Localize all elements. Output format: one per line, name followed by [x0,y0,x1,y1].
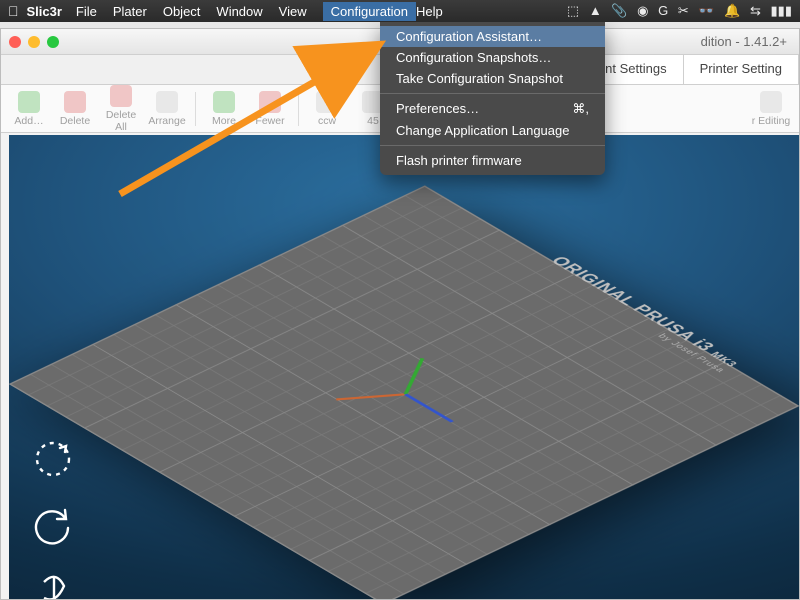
layers-icon [760,91,782,113]
tool-add[interactable]: Add… [7,91,51,127]
vlc-icon[interactable]: ▲ [589,3,602,18]
tool-label: r Editing [749,115,793,127]
menuitem-take-config-snapshot[interactable]: Take Configuration Snapshot [380,68,605,89]
close-button[interactable] [9,36,21,48]
menu-configuration[interactable]: Configuration [323,2,416,21]
grid-icon [156,91,178,113]
tool-label: Delete [53,115,97,127]
plus-icon [18,91,40,113]
configuration-dropdown: Configuration Assistant… Configuration S… [380,22,605,175]
dropbox-icon[interactable]: ⬚ [567,3,579,18]
tool-label: Delete All [99,109,143,133]
menuitem-preferences[interactable]: Preferences… ⌘, [380,98,605,120]
cc-icon[interactable]: ◉ [637,3,648,18]
menubar-tray: ⬚ ▲ 📎 ◉ G ✂ 👓 🔔 ⇆ ▮▮▮ [561,3,792,19]
bed-brand-line1: ORIGINAL PRUSA i3 [547,253,720,353]
menuitem-flash-firmware[interactable]: Flash printer firmware [380,150,605,171]
3d-viewport[interactable]: ORIGINAL PRUSA i3 MK3 by Josef Prusa [9,135,799,599]
tool-label: ccw [305,115,349,127]
traffic-lights [9,36,59,48]
view-tilt-button[interactable] [29,567,77,599]
menuitem-label: Preferences… [396,101,479,117]
view-undo-button[interactable] [29,501,77,549]
y-axis-icon [404,358,425,395]
tool-label: Add… [7,115,51,127]
minus-icon [259,91,281,113]
tool-rotate-ccw[interactable]: ccw [305,91,349,127]
menuitem-label: Configuration Snapshots… [396,50,551,65]
x-axis-icon [336,393,406,400]
zoom-button[interactable] [47,36,59,48]
bell-icon[interactable]: 🔔 [724,3,740,18]
tool-more[interactable]: More [202,91,246,127]
build-plate: ORIGINAL PRUSA i3 MK3 by Josef Prusa [9,185,799,599]
menuitem-label: Take Configuration Snapshot [396,71,563,86]
z-axis-icon [404,393,454,422]
apple-menu-icon[interactable]:  [8,3,19,19]
menu-plater[interactable]: Plater [113,4,147,19]
toolbar-separator [298,92,299,126]
glasses-icon[interactable]: 👓 [698,3,714,18]
macos-menubar:  Slic3r File Plater Object Window View … [0,0,800,22]
tool-label: More [202,115,246,127]
menuitem-accelerator: ⌘, [572,101,589,117]
rotate-ccw-icon [316,91,338,113]
menuitem-label: Configuration Assistant… [396,29,542,44]
tool-label: Arrange [145,115,189,127]
app-name[interactable]: Slic3r [27,4,62,19]
bed-brand-text: ORIGINAL PRUSA i3 MK3 by Josef Prusa [537,254,746,374]
view-orbit-button[interactable] [29,435,77,483]
menu-view[interactable]: View [279,4,307,19]
view-controls [29,435,77,599]
bed-brand-line2: by Josef Prusa [537,262,728,373]
tool-fewer[interactable]: Fewer [248,91,292,127]
tab-printer-settings[interactable]: Printer Setting [684,55,799,84]
tool-delete-all[interactable]: Delete All [99,85,143,133]
menu-window[interactable]: Window [216,4,262,19]
menu-object[interactable]: Object [163,4,201,19]
menuitem-change-language[interactable]: Change Application Language [380,120,605,141]
menu-help[interactable]: Help [416,4,443,19]
scissors-icon[interactable]: ✂ [678,3,689,18]
menuitem-label: Flash printer firmware [396,153,522,168]
minimize-button[interactable] [28,36,40,48]
menu-file[interactable]: File [76,4,97,19]
minus-icon [64,91,86,113]
menuitem-configuration-assistant[interactable]: Configuration Assistant… [380,26,605,47]
menuitem-configuration-snapshots[interactable]: Configuration Snapshots… [380,47,605,68]
battery-icon[interactable]: ▮▮▮ [771,3,792,18]
paperclip-icon[interactable]: 📎 [611,3,627,18]
plus-icon [213,91,235,113]
x-icon [110,85,132,107]
menu-separator [380,145,605,146]
tool-layer-editing[interactable]: r Editing [749,91,793,127]
tool-label: Fewer [248,115,292,127]
toolbar-separator [195,92,196,126]
wifi-icon[interactable]: ⇆ [750,3,761,18]
menu-separator [380,93,605,94]
tool-arrange[interactable]: Arrange [145,91,189,127]
menuitem-label: Change Application Language [396,123,569,138]
tool-delete[interactable]: Delete [53,91,97,127]
logitech-icon[interactable]: G [658,3,668,18]
